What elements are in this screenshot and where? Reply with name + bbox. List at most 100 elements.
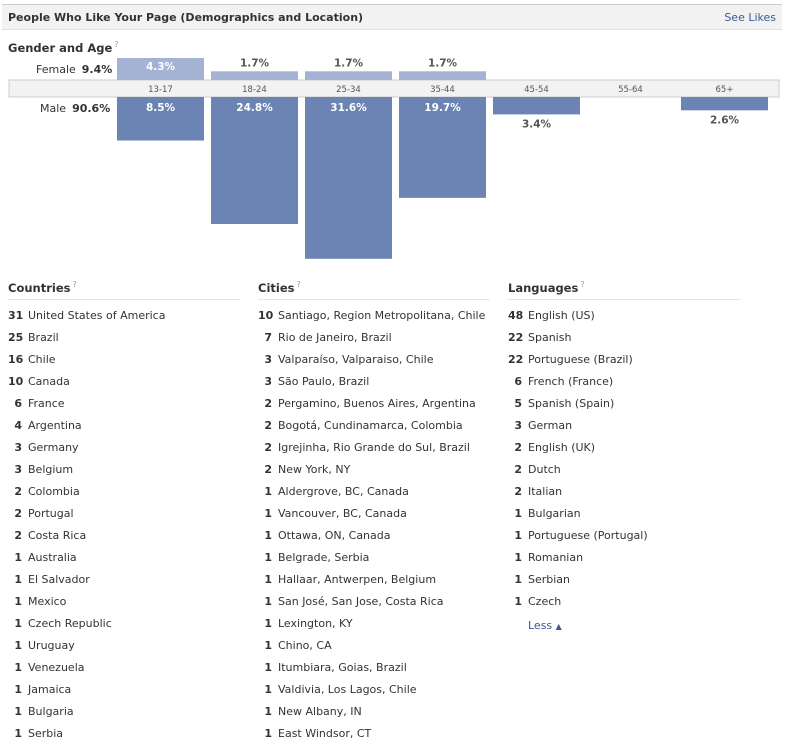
countries-title: Countries?	[8, 280, 240, 300]
item-name: Santiago, Region Metropolitana, Chile	[278, 309, 486, 322]
female-bar	[211, 71, 298, 80]
item-count: 3	[264, 353, 272, 366]
item-name: Czech	[528, 595, 562, 608]
item-count: 2	[514, 463, 522, 476]
item-name: Spanish (Spain)	[528, 397, 615, 410]
item-name: French (France)	[528, 375, 614, 388]
help-icon[interactable]: ?	[72, 280, 76, 289]
item-count: 2	[264, 463, 272, 476]
item-name: Australia	[28, 551, 77, 564]
item-name: Uruguay	[28, 639, 75, 652]
help-icon[interactable]: ?	[296, 280, 300, 289]
list-item: 1 San José, San Jose, Costa Rica	[258, 591, 493, 613]
list-item: 1 Lexington, KY	[258, 613, 493, 635]
list-item: 1 Czech	[508, 591, 743, 613]
item-name: English (UK)	[528, 441, 596, 454]
list-item: 1 Vancouver, BC, Canada	[258, 503, 493, 525]
tick-label: 18-24	[242, 85, 267, 95]
tick-label: 45-54	[524, 85, 549, 95]
item-count: 1	[14, 595, 22, 608]
item-name: Germany	[28, 441, 79, 454]
list-item: 3 São Paulo, Brazil	[258, 371, 493, 393]
list-item: 7 Rio de Janeiro, Brazil	[258, 327, 493, 349]
data-label: 2.6%	[710, 114, 740, 126]
list-item: 1 Serbian	[508, 569, 743, 591]
languages-title: Languages?	[508, 280, 740, 300]
item-count: 1	[264, 727, 272, 740]
list-item: 2 English (UK)	[508, 437, 743, 459]
tick-label: 25-34	[336, 85, 361, 95]
item-name: Colombia	[28, 485, 80, 498]
item-count: 48	[508, 309, 524, 322]
item-count: 3	[514, 419, 522, 432]
item-name: Aldergrove, BC, Canada	[278, 485, 409, 498]
item-name: New Albany, IN	[278, 705, 362, 718]
less-link[interactable]: Less ▲	[528, 619, 562, 632]
item-name: Jamaica	[28, 683, 72, 696]
item-name: Pergamino, Buenos Aires, Argentina	[278, 397, 476, 410]
list-item: 1 Chino, CA	[258, 635, 493, 657]
item-count: 7	[264, 331, 272, 344]
item-count: 1	[264, 551, 272, 564]
item-count: 1	[514, 529, 522, 542]
list-item: 4 Argentina	[8, 415, 243, 437]
list-item: 1 Australia	[8, 547, 243, 569]
item-name: Bogotá, Cundinamarca, Colombia	[278, 419, 463, 432]
item-count: 1	[264, 617, 272, 630]
item-count: 1	[514, 507, 522, 520]
languages-list: 48 English (US) 22 Spanish 22 Portuguese (Bra…	[508, 305, 743, 613]
list-item: 1 Belgrade, Serbia	[258, 547, 493, 569]
data-label: 3.4%	[522, 118, 552, 130]
male-bar	[681, 97, 768, 111]
list-item: 2 Colombia	[8, 481, 243, 503]
list-item: 1 New Albany, IN	[258, 701, 493, 723]
item-name: Serbian	[528, 573, 571, 586]
list-item: 3 German	[508, 415, 743, 437]
list-item: 1 Portuguese (Portugal)	[508, 525, 743, 547]
item-count: 1	[514, 595, 522, 608]
tick-label: 65+	[716, 85, 734, 95]
help-icon[interactable]: ?	[580, 280, 584, 289]
gender-age-chart: 13-17 4.3% 8.5% 18-24 1.7% 24.8% 25-34 1.7% 31.6…	[8, 57, 780, 259]
list-item: 1 Ottawa, ON, Canada	[258, 525, 493, 547]
item-count: 1	[14, 617, 22, 630]
item-count: 1	[264, 661, 272, 674]
item-name: Venezuela	[28, 661, 85, 674]
item-count: 1	[514, 551, 522, 564]
item-count: 1	[264, 507, 272, 520]
list-item: 1 Valdivia, Los Lagos, Chile	[258, 679, 493, 701]
item-count: 2	[14, 529, 22, 542]
item-name: Dutch	[528, 463, 561, 476]
item-name: United States of America	[28, 309, 166, 322]
data-label: 1.7%	[240, 57, 270, 69]
item-name: Canada	[28, 375, 70, 388]
tick-label: 13-17	[148, 85, 173, 95]
item-count: 3	[264, 375, 272, 388]
list-item: 1 Aldergrove, BC, Canada	[258, 481, 493, 503]
caret-up-icon: ▲	[555, 622, 562, 631]
list-item: 1 Jamaica	[8, 679, 243, 701]
item-name: English (US)	[528, 309, 595, 322]
list-item: 2 Dutch	[508, 459, 743, 481]
male-bar	[305, 97, 392, 259]
item-name: Bulgaria	[28, 705, 74, 718]
list-item: 16 Chile	[8, 349, 243, 371]
item-name: Bulgarian	[528, 507, 581, 520]
item-count: 22	[508, 331, 524, 344]
data-label: 31.6%	[330, 102, 367, 114]
item-name: Vancouver, BC, Canada	[278, 507, 407, 520]
list-item: 10 Santiago, Region Metropolitana, Chile	[258, 305, 493, 327]
item-name: Portugal	[28, 507, 74, 520]
data-label: 8.5%	[146, 102, 176, 114]
item-name: Itumbiara, Goias, Brazil	[278, 661, 407, 674]
languages-title-text: Languages	[508, 281, 579, 295]
languages-column: Languages? 48 English (US) 22 Spanish 22 Port…	[508, 280, 743, 613]
item-name: Belgrade, Serbia	[278, 551, 370, 564]
item-name: Brazil	[28, 331, 59, 344]
list-item: 22 Portuguese (Brazil)	[508, 349, 743, 371]
item-name: Serbia	[28, 727, 64, 740]
item-name: Chino, CA	[278, 639, 332, 652]
list-item: 1 Itumbiara, Goias, Brazil	[258, 657, 493, 679]
tick-label: 55-64	[618, 85, 643, 95]
item-count: 6	[14, 397, 22, 410]
